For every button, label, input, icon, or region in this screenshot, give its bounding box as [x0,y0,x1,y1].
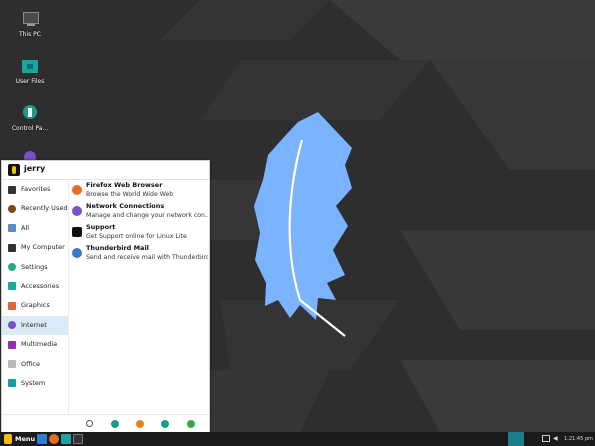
category-label: Accessories [21,281,60,290]
search-icon [86,420,93,427]
computer-icon [8,243,16,252]
network-icon [72,206,82,216]
lock-icon [136,420,144,428]
bookmark-icon [8,185,16,194]
lock-button[interactable] [135,419,145,429]
menu-button-label: Menu [15,435,36,443]
menu-action-bar [68,415,209,433]
category-office[interactable]: Office [2,355,68,374]
app-name: Thunderbird Mail [86,244,149,252]
gear-icon [8,263,16,272]
app-name: Firefox Web Browser [86,181,163,189]
category-all[interactable]: All [2,219,68,238]
active-window-indicator[interactable] [508,432,524,446]
category-settings[interactable]: Settings [2,258,68,277]
app-description: Manage and change your network con... [86,212,208,219]
file-manager-icon[interactable] [61,434,71,444]
category-label: All [21,223,30,232]
divider [68,180,69,414]
category-label: System [21,378,46,387]
control-panel-icon [21,104,39,122]
display-icon[interactable] [542,435,550,442]
user-name[interactable]: jerry [24,164,45,173]
app-description: Browse the World Wide Web [86,191,174,198]
category-label: Office [21,359,40,368]
app-list: Firefox Web Browser Browse the World Wide… [70,180,208,264]
linux-lite-icon [72,227,82,237]
category-favorites[interactable]: Favorites [2,180,68,199]
category-graphics[interactable]: Graphics [2,296,68,315]
category-accessories[interactable]: Accessories [2,277,68,296]
desktop-icon-label: User Files [15,78,45,85]
computer-icon [21,10,39,28]
clock[interactable]: 1:21:45 pm [564,436,593,442]
graphics-icon [8,301,16,310]
app-item-thunderbird-mail[interactable]: Thunderbird Mail Send and receive mail wi… [70,243,208,264]
category-label: Settings [21,262,48,271]
power-icon [187,420,195,428]
app-item-firefox-web-browser[interactable]: Firefox Web Browser Browse the World Wide… [70,180,208,201]
category-label: Graphics [21,301,50,310]
desktop-icon-control-panel[interactable]: Control Pa... [0,104,60,132]
desktop-icon-label: Control Pa... [11,125,49,132]
user-icon [161,420,169,428]
desktop-icon-user-files[interactable]: User Files [0,57,60,85]
package-icon [111,420,119,428]
category-label: My Computer [21,243,65,252]
show-desktop-icon[interactable] [37,434,47,444]
linux-lite-icon [8,164,20,176]
start-menu: jerry Favorites Recently Used All My Comput… [1,160,210,434]
category-list: Favorites Recently Used All My Computer Sett… [2,180,68,393]
menu-button[interactable]: Menu [0,432,36,446]
category-label: Multimedia [21,340,58,349]
document-icon [8,360,16,369]
desktop-icon-this-pc[interactable]: This PC [0,10,60,38]
category-system[interactable]: System [2,374,68,393]
software-button[interactable] [110,419,120,429]
desktop-icon-label: This PC [19,31,41,38]
logout-button[interactable] [186,419,196,429]
app-name: Network Connections [86,202,165,210]
user-button[interactable] [160,419,170,429]
system-icon [8,379,16,388]
app-name: Support [86,223,116,231]
thunderbird-icon [72,248,82,258]
app-description: Get Support online for Linux Lite [86,233,187,240]
category-recently-used[interactable]: Recently Used [2,199,68,218]
clock-icon [8,204,16,213]
category-label: Internet [21,320,47,329]
app-item-network-connections[interactable]: Network Connections Manage and change you… [70,201,208,222]
linux-lite-icon [4,434,12,444]
firefox-icon[interactable] [49,434,59,444]
menu-header: jerry [2,161,209,179]
terminal-icon[interactable] [73,434,83,444]
firefox-icon [72,185,82,195]
globe-icon [8,321,16,330]
search-button[interactable] [85,419,95,429]
tools-icon [8,282,16,291]
category-my-computer[interactable]: My Computer [2,238,68,257]
category-label: Favorites [21,185,51,193]
app-description: Send and receive mail with Thunderbird [86,254,208,261]
folder-icon [21,57,39,75]
category-internet[interactable]: Internet [2,315,68,336]
volume-icon[interactable]: ◀ [553,435,561,443]
taskbar: Menu ◀ 1:21:45 pm [0,432,595,446]
multimedia-icon [8,340,16,349]
category-label: Recently Used [21,204,68,213]
category-multimedia[interactable]: Multimedia [2,335,68,354]
app-item-support[interactable]: Support Get Support online for Linux Lite [70,222,208,243]
list-icon [8,224,16,233]
